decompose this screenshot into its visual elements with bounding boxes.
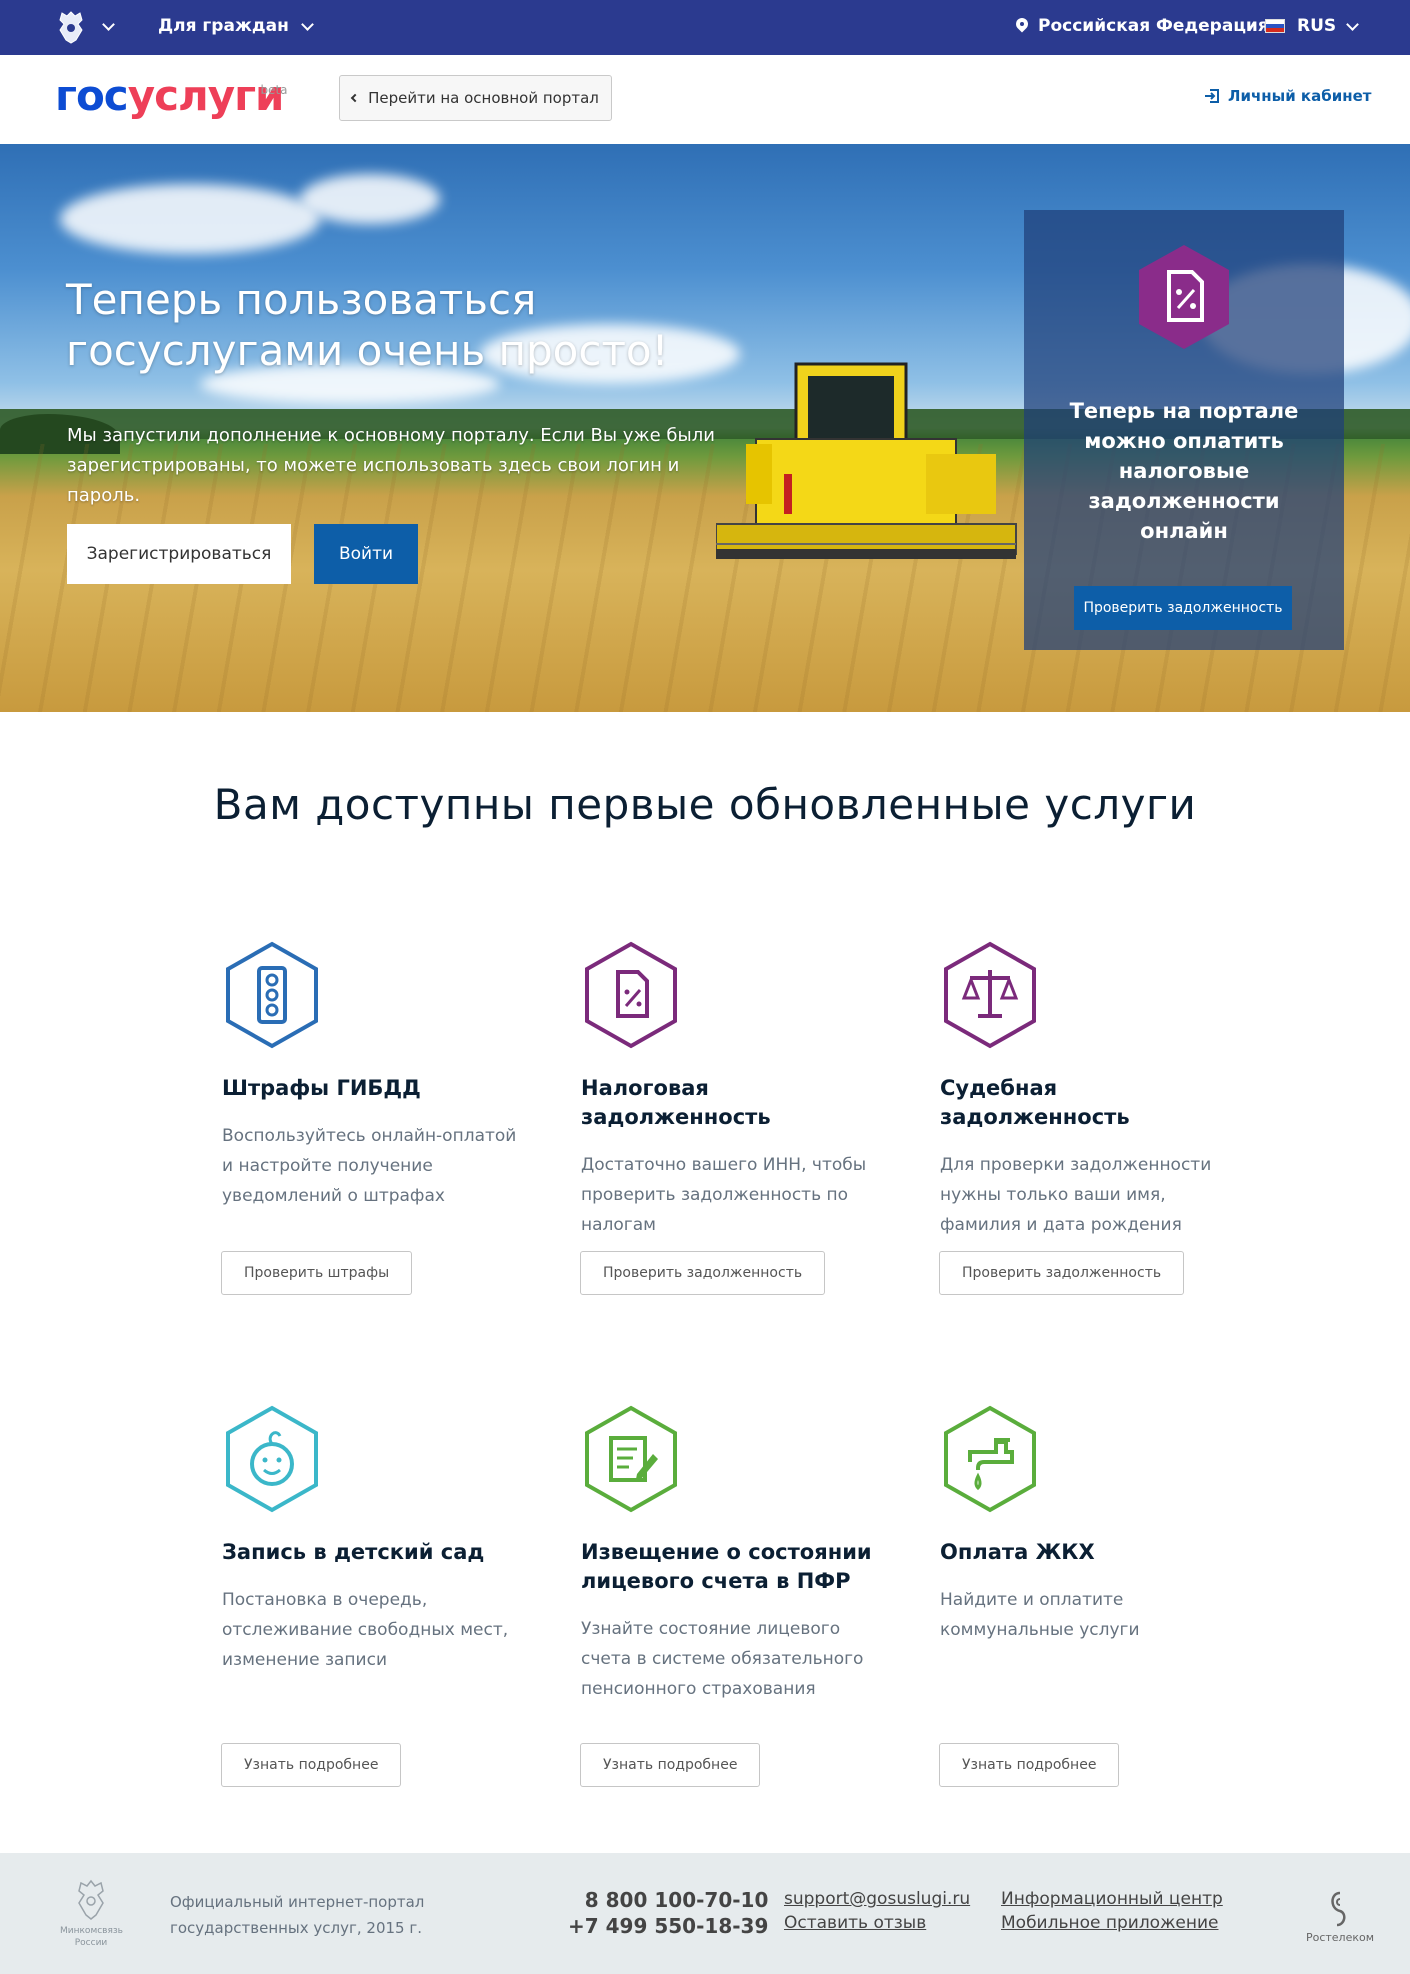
emblem-chevron-down-icon[interactable]: [102, 18, 115, 31]
personal-cabinet-label: Личный кабинет: [1228, 87, 1372, 105]
service-description: Воспользуйтесь онлайн-оплатой и настройт…: [222, 1126, 517, 1206]
tax-document-icon: [585, 941, 677, 1049]
check-tax-debt-button[interactable]: Проверить задолженность: [580, 1251, 826, 1295]
register-button[interactable]: Зарегистрироваться: [67, 524, 291, 584]
hero-banner: Теперь пользоваться госуслугами очень пр…: [0, 144, 1410, 712]
cloud-shape: [60, 184, 320, 254]
check-tax-debt-button-label: Проверить задолженность: [603, 1265, 803, 1281]
service-card-traffic-fines: Штрафы ГИБДД Воспользуйтесь онлайн-оплат…: [222, 940, 522, 1211]
service-description: Достаточно вашего ИНН, чтобы проверить з…: [581, 1155, 867, 1235]
promo-title: Теперь на портале можно оплатить налогов…: [1069, 399, 1299, 543]
login-icon: [1205, 89, 1219, 103]
personal-cabinet-link[interactable]: Личный кабинет: [1204, 87, 1371, 105]
citizens-menu[interactable]: Для граждан: [158, 16, 314, 36]
hero-title-line-1: Теперь пользоваться: [66, 275, 537, 324]
citizens-menu-label: Для граждан: [158, 16, 289, 36]
info-links: Информационный центр Мобильное приложени…: [1001, 1887, 1223, 1935]
pension-more-button[interactable]: Узнать подробнее: [580, 1743, 761, 1787]
baby-icon: [226, 1405, 318, 1513]
info-center-link[interactable]: Информационный центр: [1001, 1887, 1223, 1911]
hero-description: Мы запустили дополнение к основному порт…: [67, 425, 715, 506]
service-description: Постановка в очередь, отслеживание свобо…: [222, 1590, 509, 1670]
service-description: Найдите и оплатите коммунальные услуги: [940, 1590, 1140, 1640]
pension-more-button-label: Узнать подробнее: [603, 1757, 738, 1773]
check-debt-button[interactable]: Проверить задолженность: [1074, 586, 1292, 630]
portal-description-line-2: государственных услуг, 2015 г.: [170, 1919, 423, 1937]
check-fines-button-label: Проверить штрафы: [244, 1265, 390, 1281]
service-description: Для проверки задолженности нужны только …: [940, 1155, 1212, 1235]
service-title: Извещение о состоянии лицевого счета в П…: [581, 1540, 872, 1593]
logo-part-gos: гос: [55, 71, 129, 120]
support-phones: 8 800 100-70-10 +7 499 550-18-39: [568, 1887, 768, 1939]
rostelecom-icon: [1331, 1891, 1346, 1927]
check-court-debt-button-label: Проверить задолженность: [962, 1265, 1162, 1281]
service-card-court-debt: Судебная задолженность Для проверки задо…: [940, 940, 1240, 1240]
service-card-tax-debt: Налоговая задолженность Достаточно вашег…: [581, 940, 881, 1240]
water-tap-icon: [944, 1405, 1036, 1513]
location-pin-icon: [1016, 18, 1028, 34]
language-label: RUS: [1297, 16, 1337, 36]
ministry-logo[interactable]: Минкомсвязь России: [60, 1879, 123, 1949]
login-button-label: Войти: [338, 544, 394, 564]
feedback-link[interactable]: Оставить отзыв: [784, 1911, 970, 1935]
check-fines-button[interactable]: Проверить штрафы: [221, 1251, 413, 1295]
portal-description-line-1: Официальный интернет-портал: [170, 1893, 425, 1911]
language-selector[interactable]: RUS: [1265, 16, 1360, 36]
service-title: Судебная задолженность: [940, 1076, 1130, 1129]
utilities-more-button-label: Узнать подробнее: [962, 1757, 1097, 1773]
chevron-down-icon: [1346, 17, 1360, 31]
mobile-app-link[interactable]: Мобильное приложение: [1001, 1911, 1223, 1935]
check-debt-button-label: Проверить задолженность: [1083, 600, 1283, 616]
login-button[interactable]: Войти: [314, 524, 418, 584]
chevron-down-icon: [300, 17, 314, 31]
register-button-label: Зарегистрироваться: [86, 544, 272, 564]
ministry-name-line-2: России: [74, 1938, 108, 1948]
service-title: Штрафы ГИБДД: [222, 1076, 421, 1100]
service-card-pension-account: Извещение о состоянии лицевого счета в П…: [581, 1404, 881, 1704]
service-description: Узнайте состояние лицевого счета в систе…: [581, 1619, 864, 1699]
tax-document-icon: [1139, 245, 1229, 349]
portal-description: Официальный интернет-портал государствен…: [170, 1889, 424, 1941]
main-portal-button-label: Перейти на основной портал: [368, 89, 599, 107]
combine-harvester-image: [716, 362, 1017, 559]
region-selector[interactable]: Российская Федерация: [1016, 16, 1269, 36]
gosuslugi-logo[interactable]: госуслуги beta: [55, 71, 288, 120]
beta-label: beta: [260, 83, 288, 97]
service-title: Налоговая задолженность: [581, 1076, 771, 1129]
kindergarten-more-button[interactable]: Узнать подробнее: [221, 1743, 402, 1787]
service-card-kindergarten: Запись в детский сад Постановка в очеред…: [222, 1404, 522, 1675]
services-section-title: Вам доступны первые обновленные услуги: [213, 780, 1197, 829]
tax-promo-panel: Теперь на портале можно оплатить налогов…: [1024, 210, 1344, 650]
support-email-link[interactable]: support@gosuslugi.ru: [784, 1887, 970, 1911]
phone-moscow[interactable]: +7 499 550-18-39: [568, 1913, 768, 1939]
utilities-more-button[interactable]: Узнать подробнее: [939, 1743, 1120, 1787]
cloud-shape: [300, 174, 440, 224]
coat-of-arms-icon[interactable]: [56, 10, 86, 44]
chevron-left-icon: [350, 93, 360, 103]
main-portal-button[interactable]: Перейти на основной портал: [339, 75, 612, 121]
check-court-debt-button[interactable]: Проверить задолженность: [939, 1251, 1185, 1295]
support-links: support@gosuslugi.ru Оставить отзыв: [784, 1887, 970, 1935]
hero-title: Теперь пользоваться госуслугами очень пр…: [66, 274, 766, 376]
traffic-light-icon: [226, 941, 318, 1049]
kindergarten-more-button-label: Узнать подробнее: [244, 1757, 379, 1773]
service-title: Запись в детский сад: [222, 1540, 485, 1564]
rostelecom-logo[interactable]: Ростелеком: [1300, 1889, 1380, 1944]
hero-title-line-2: госуслугами очень просто!: [66, 326, 669, 375]
service-card-utilities: Оплата ЖКХ Найдите и оплатите коммунальн…: [940, 1404, 1240, 1645]
ministry-emblem-icon: [78, 1879, 104, 1920]
service-title: Оплата ЖКХ: [940, 1540, 1095, 1564]
rostelecom-label: Ростелеком: [1305, 1931, 1375, 1944]
scales-icon: [944, 941, 1036, 1049]
site-header: госуслуги beta Перейти на основной порта…: [0, 55, 1410, 144]
phone-toll-free[interactable]: 8 800 100-70-10: [568, 1887, 769, 1913]
site-footer: Минкомсвязь России Официальный интернет-…: [0, 1853, 1410, 1974]
top-bar: Для граждан Российская Федерация RUS: [0, 0, 1410, 55]
edit-document-icon: [585, 1405, 677, 1513]
ministry-name-line-1: Минкомсвязь: [60, 1926, 123, 1936]
russian-flag-icon: [1265, 19, 1285, 33]
region-label: Российская Федерация: [1038, 16, 1269, 36]
